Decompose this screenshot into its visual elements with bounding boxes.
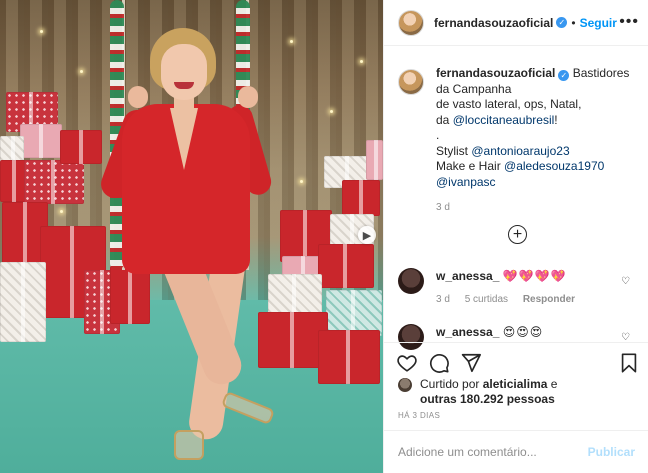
- separator-dot: •: [571, 15, 576, 30]
- comment-input[interactable]: [398, 445, 588, 459]
- gift-box: [342, 180, 380, 216]
- post-caption: fernandasouzaoficial ✓ Bastidores da Camp…: [398, 66, 638, 216]
- light-sparkle: [330, 110, 333, 113]
- light-sparkle: [360, 60, 363, 63]
- commenter-avatar[interactable]: [398, 268, 424, 294]
- caption-line6-prefix: Make e Hair: [436, 159, 501, 173]
- heart-icon[interactable]: ♡: [621, 276, 630, 287]
- liked-by-others[interactable]: outras 180.292 pessoas: [420, 392, 555, 406]
- post-header: fernandasouzaoficial ✓ • Seguir •••: [384, 0, 648, 46]
- post-timestamp[interactable]: HÁ 3 DIAS: [398, 411, 440, 420]
- mention-link[interactable]: @antonioaraujo23: [471, 144, 569, 158]
- mention-link[interactable]: @ivanpasc: [436, 175, 496, 189]
- caption-line5-prefix: Stylist: [436, 143, 469, 158]
- publish-button[interactable]: Publicar: [588, 445, 635, 459]
- light-sparkle: [290, 40, 293, 43]
- comment-item: w_anessa_ 😍😍😍 ♡: [398, 324, 638, 350]
- follow-button[interactable]: Seguir: [580, 16, 617, 30]
- heart-icon[interactable]: [396, 352, 418, 374]
- gift-box: [318, 330, 380, 384]
- add-comment-bar: Publicar: [384, 430, 648, 473]
- avatar[interactable]: [398, 9, 424, 36]
- caption-line3-prefix: da: [436, 112, 450, 127]
- gift-box: [24, 160, 84, 204]
- verified-icon: ✓: [556, 17, 568, 28]
- liked-by-user[interactable]: aleticialima: [483, 377, 548, 391]
- light-sparkle: [60, 210, 63, 213]
- plus-circle-icon[interactable]: +: [508, 225, 527, 244]
- share-icon[interactable]: [460, 352, 482, 374]
- verified-icon: ✓: [558, 70, 570, 81]
- comment-text: 💖💖💖💖: [502, 269, 567, 283]
- light-sparkle: [300, 180, 303, 183]
- post-side-panel: fernandasouzaoficial ✓ • Seguir ••• fern…: [383, 0, 648, 473]
- comment-item: w_anessa_ 💖💖💖💖 3 d 5 curtidas Responder …: [398, 268, 638, 305]
- liker-avatar[interactable]: [398, 378, 412, 392]
- gift-box: [20, 124, 62, 158]
- action-bar: [384, 342, 648, 381]
- comment-text: 😍😍😍: [502, 325, 544, 339]
- gift-box: [0, 160, 26, 202]
- gift-box: [318, 244, 374, 288]
- light-sparkle: [80, 70, 83, 73]
- mention-link[interactable]: @loccitaneaubresil: [453, 113, 555, 127]
- next-arrow-icon[interactable]: ▶: [358, 226, 376, 244]
- comment-likes[interactable]: 5 curtidas: [465, 294, 508, 305]
- reply-button[interactable]: Responder: [523, 294, 575, 305]
- light-sparkle: [40, 30, 43, 33]
- post-photo[interactable]: ▶: [0, 0, 383, 473]
- gift-box: [60, 130, 102, 164]
- liked-by-prefix: Curtido por: [420, 377, 480, 391]
- header-username[interactable]: fernandasouzaoficial: [434, 16, 553, 30]
- caption-time[interactable]: 3 d: [436, 200, 638, 216]
- comment-time[interactable]: 3 d: [436, 294, 450, 305]
- caption-avatar[interactable]: [398, 69, 424, 95]
- comment-username[interactable]: w_anessa_: [436, 325, 499, 339]
- comment-icon[interactable]: [428, 352, 450, 374]
- gift-box: [110, 266, 150, 324]
- caption-line4: .: [436, 128, 440, 142]
- caption-line3-suffix: !: [554, 112, 558, 127]
- caption-username[interactable]: fernandasouzaoficial: [436, 66, 555, 80]
- more-options-icon[interactable]: •••: [619, 13, 639, 31]
- comment-username[interactable]: w_anessa_: [436, 269, 499, 283]
- bookmark-icon[interactable]: [618, 352, 640, 374]
- gift-box: [0, 262, 46, 342]
- liked-by-summary: Curtido por aleticialima e outras 180.29…: [398, 377, 638, 407]
- gift-box: [366, 140, 383, 180]
- caption-line2: de vasto lateral, ops, Natal,: [436, 97, 582, 111]
- mention-link[interactable]: @aledesouza1970: [504, 159, 604, 173]
- liked-by-middle: e: [550, 377, 558, 391]
